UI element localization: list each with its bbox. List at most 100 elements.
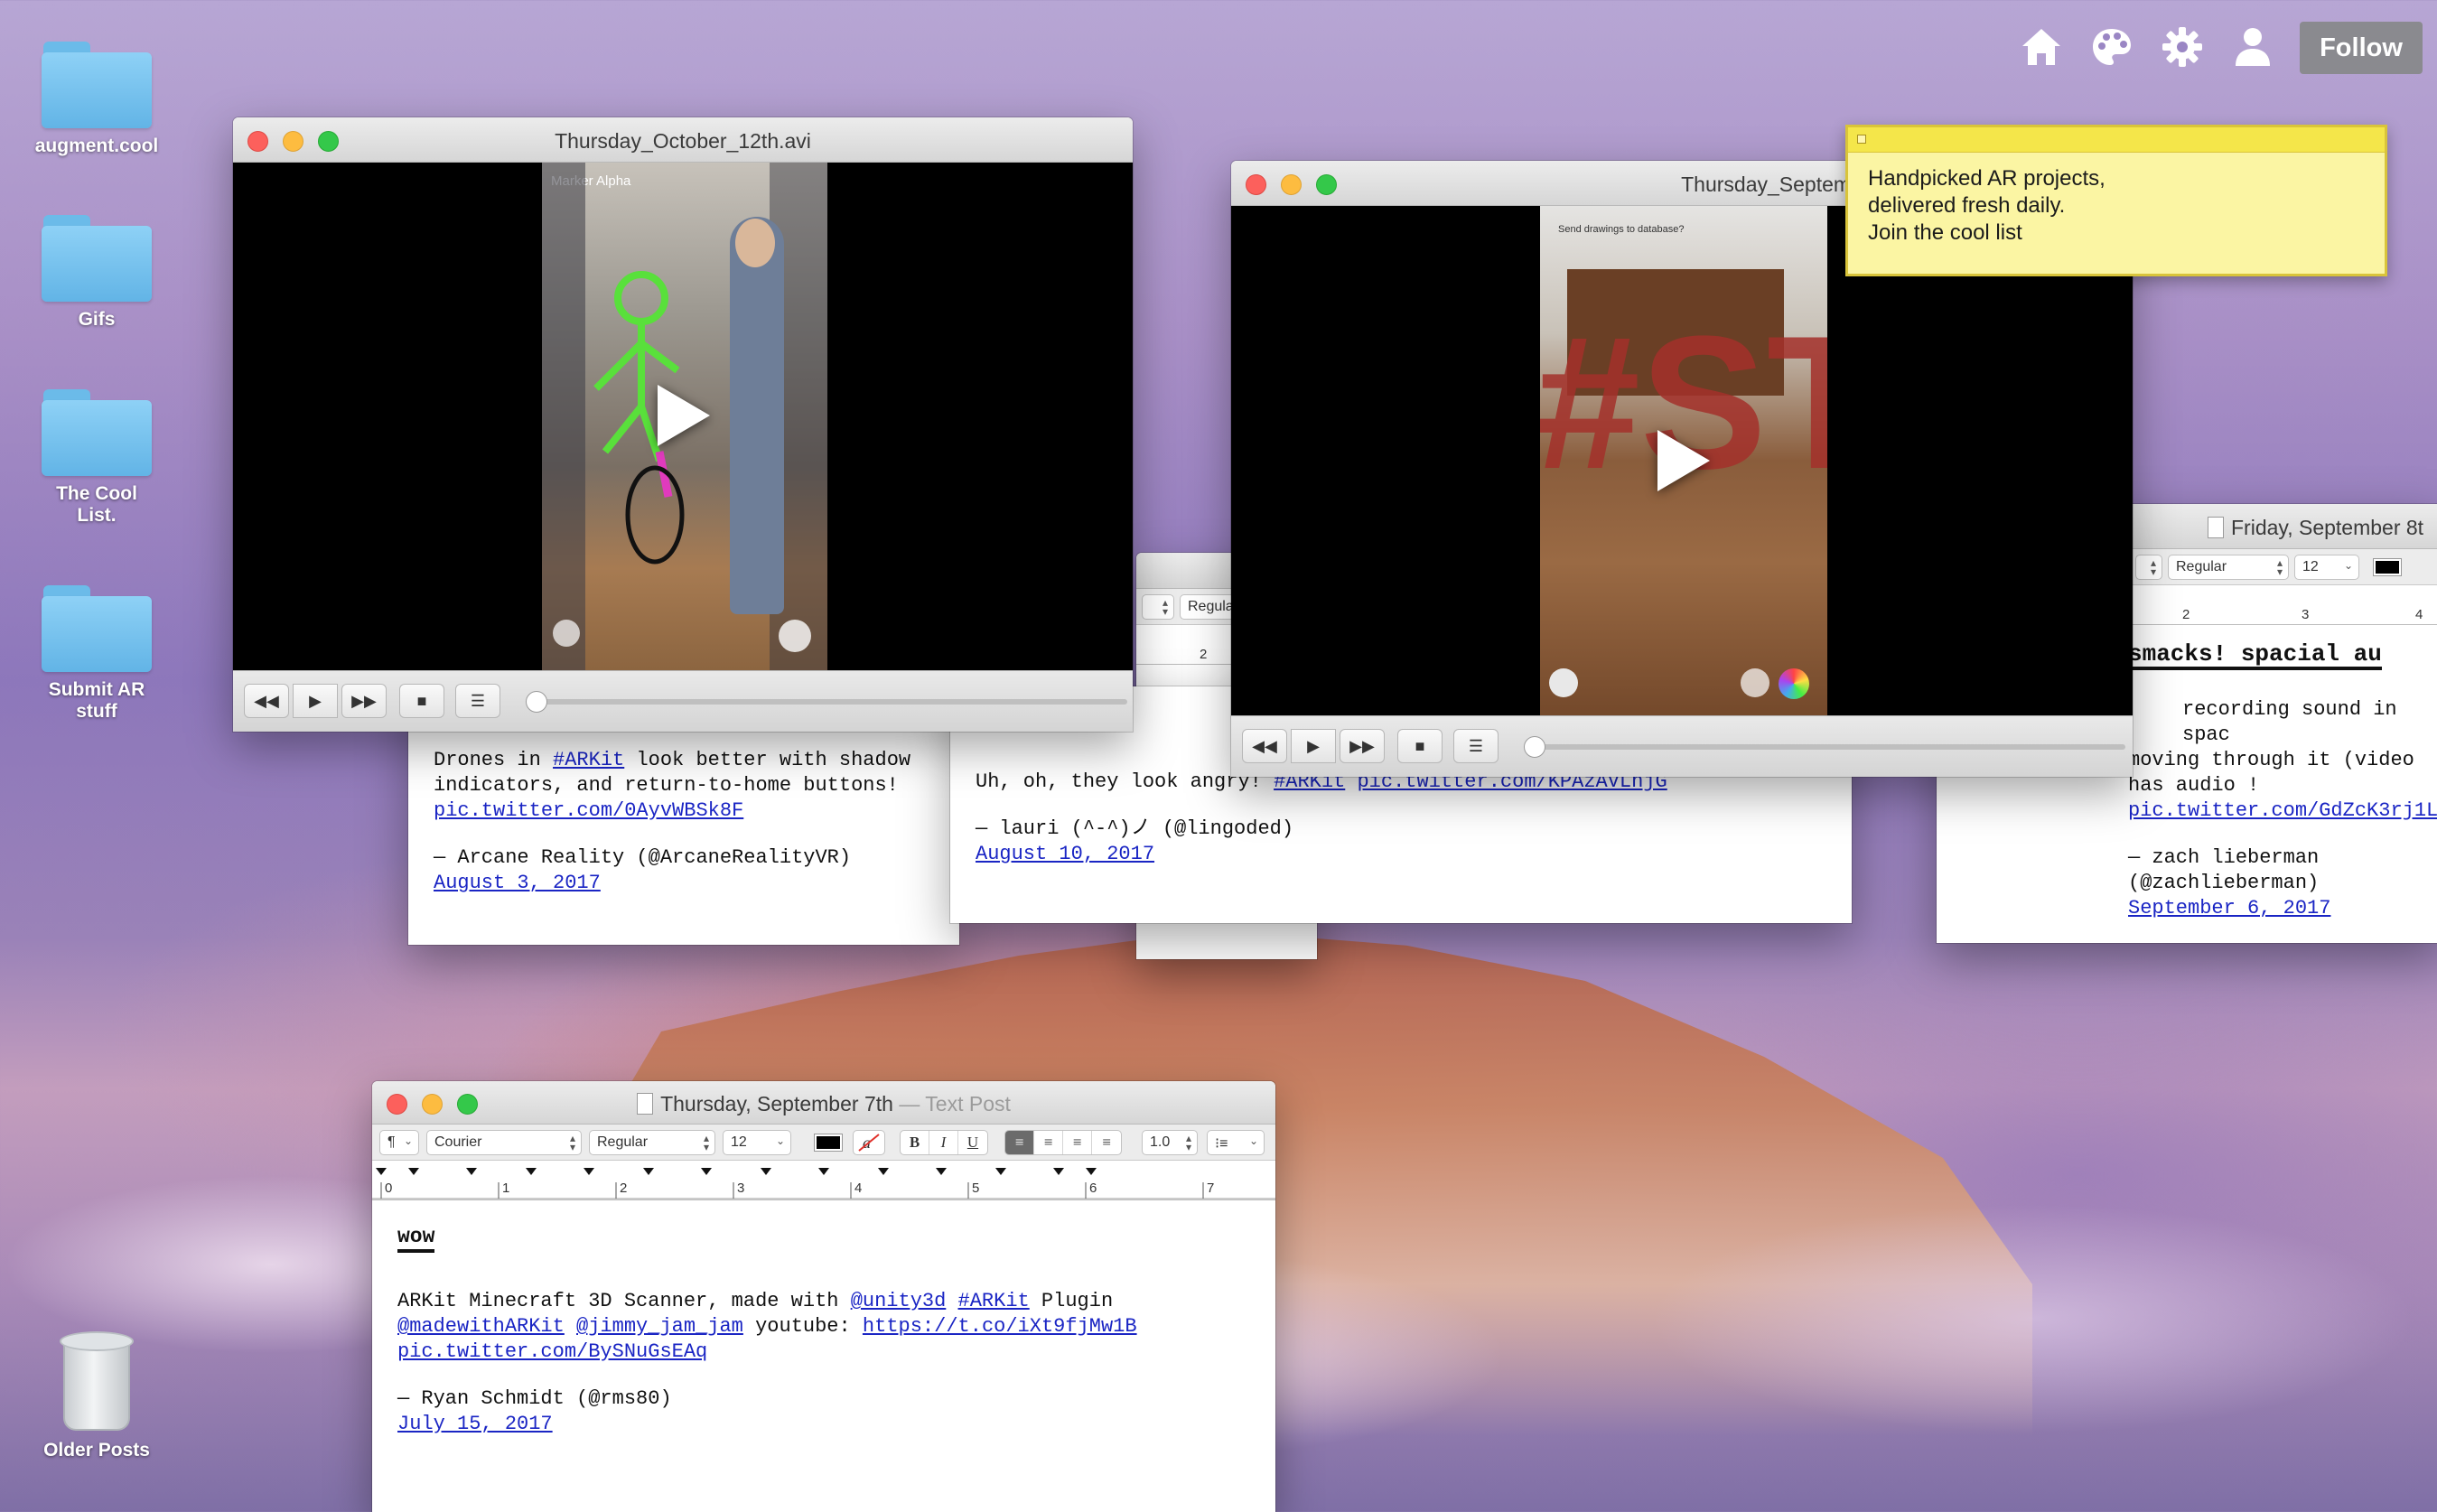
tweet-image-link[interactable]: pic.twitter.com/0AyvWBSk8F — [434, 799, 743, 822]
text-format-group: B I U — [900, 1130, 988, 1155]
minimize-button[interactable] — [1281, 174, 1302, 195]
ruler-label: 0 — [385, 1181, 393, 1196]
follow-button[interactable]: Follow — [2300, 22, 2423, 74]
mention-link[interactable]: @unity3d — [851, 1290, 947, 1312]
ruler-label: 3 — [2302, 607, 2310, 622]
text-post-window-september-7[interactable]: Thursday, September 7th — Text Post ¶ ⌄ C… — [372, 1081, 1275, 1512]
home-icon[interactable] — [2016, 22, 2067, 72]
underline-button[interactable]: U — [958, 1131, 987, 1154]
post-text: recording sound in spac — [2182, 698, 2397, 746]
menu-button[interactable]: ☰ — [1453, 729, 1499, 763]
align-center-button[interactable]: ≡ — [1034, 1131, 1063, 1154]
video-player-area[interactable]: Marker Alpha — [233, 163, 1133, 670]
reset-icon — [553, 620, 580, 647]
ruler[interactable]: 0 1 2 3 4 5 6 7 — [372, 1161, 1275, 1200]
gear-icon[interactable] — [2157, 22, 2208, 72]
highlight-color-swatch[interactable]: a — [853, 1130, 885, 1155]
ruler-label: 3 — [737, 1181, 745, 1196]
fast-forward-button[interactable]: ▶▶ — [1340, 729, 1385, 763]
tweet-image-link[interactable]: pic.twitter.com/GdZcK3rj1L — [2128, 799, 2437, 822]
ruler-label: 1 — [502, 1181, 510, 1196]
play-overlay-icon[interactable] — [658, 385, 710, 446]
line-spacing-select[interactable]: 1.0 ▴ ▾ — [1142, 1130, 1198, 1155]
desktop-folder-cool-list[interactable]: The Cool List. — [29, 389, 164, 527]
video-scrubber-knob[interactable] — [526, 691, 547, 713]
mention-link[interactable]: @madewithARKit — [397, 1315, 565, 1338]
desktop-folder-gifs[interactable]: Gifs — [29, 215, 164, 331]
video-controls: ◀◀ ▶ ▶▶ ■ ☰ — [1231, 715, 2133, 777]
ruler-label: 6 — [1089, 1181, 1097, 1196]
menu-button[interactable]: ☰ — [455, 684, 500, 718]
video-window-october-12[interactable]: Thursday_October_12th.avi Marker Alpha ◀… — [233, 117, 1133, 732]
align-justify-button[interactable]: ≡ — [1092, 1131, 1121, 1154]
youtube-link[interactable]: https://t.co/iXt9fjMw1B — [863, 1315, 1137, 1338]
desktop-folder-augment-cool[interactable]: augment.cool — [29, 42, 164, 157]
folder-icon — [42, 585, 152, 672]
window-subtitle: — Text Post — [899, 1092, 1011, 1115]
play-button[interactable]: ▶ — [293, 684, 338, 718]
rewind-button[interactable]: ◀◀ — [1242, 729, 1287, 763]
post-heading: smacks! spacial au — [2128, 641, 2382, 670]
desktop-folder-label: Submit AR stuff — [48, 679, 145, 722]
mention-link[interactable]: @jimmy_jam_jam — [576, 1315, 743, 1338]
ruler-label: 7 — [1207, 1181, 1215, 1196]
video-scrubber-knob[interactable] — [1524, 736, 1545, 758]
post-author: — Arcane Reality (@ArcaneRealityVR) — [434, 846, 852, 869]
color-dot-icon — [1549, 668, 1578, 697]
italic-button[interactable]: I — [929, 1131, 958, 1154]
font-style-select[interactable]: Regular ▴ ▾ — [589, 1130, 715, 1155]
style-select-partial[interactable]: ▴ ▾ — [1142, 594, 1174, 620]
post-text: indicators, and return-to-home buttons! — [434, 774, 899, 797]
ruler-label: 4 — [2415, 607, 2423, 622]
post-date-link[interactable]: July 15, 2017 — [397, 1413, 553, 1435]
reset-icon — [1741, 668, 1769, 697]
paragraph-style-select[interactable]: ¶ ⌄ — [379, 1130, 419, 1155]
font-select-partial[interactable]: ▴ ▾ — [2135, 555, 2162, 580]
bold-button[interactable]: B — [901, 1131, 929, 1154]
style-select[interactable]: Regular ▴ ▾ — [2168, 555, 2289, 580]
align-left-button[interactable]: ≡ — [1005, 1131, 1034, 1154]
video-controls: ◀◀ ▶ ▶▶ ■ ☰ — [233, 670, 1133, 732]
play-overlay-icon[interactable] — [1657, 430, 1710, 491]
font-family-select[interactable]: Courier ▴ ▾ — [426, 1130, 582, 1155]
sticky-note[interactable]: Handpicked AR projects, delivered fresh … — [1845, 125, 2387, 276]
stop-button[interactable]: ■ — [399, 684, 444, 718]
text-color-swatch[interactable] — [2373, 558, 2402, 576]
record-icon — [779, 620, 811, 652]
alignment-group: ≡ ≡ ≡ ≡ — [1004, 1130, 1122, 1155]
folder-icon — [42, 389, 152, 476]
post-date-link[interactable]: August 10, 2017 — [976, 843, 1154, 865]
play-button[interactable]: ▶ — [1291, 729, 1336, 763]
hashtag-link[interactable]: #ARKit — [553, 749, 624, 771]
fast-forward-button[interactable]: ▶▶ — [341, 684, 387, 718]
color-wheel-icon — [1779, 668, 1809, 699]
font-size-select[interactable]: 12 ⌄ — [723, 1130, 791, 1155]
window-title: Thursday_October_12th.avi — [555, 129, 811, 153]
sticky-close-box[interactable] — [1857, 135, 1866, 144]
post-date-link[interactable]: September 6, 2017 — [2128, 897, 2330, 919]
size-select[interactable]: 12 ⌄ — [2294, 555, 2359, 580]
post-date-link[interactable]: August 3, 2017 — [434, 872, 601, 894]
window-title: Thursday, September 7th — [660, 1092, 893, 1115]
tweet-image-link[interactable]: pic.twitter.com/BySNuGsEAq — [397, 1340, 707, 1363]
ruler-label: 2 — [620, 1181, 628, 1196]
post-heading: wow — [397, 1224, 435, 1253]
rewind-button[interactable]: ◀◀ — [244, 684, 289, 718]
desktop-folder-label: augment.cool — [34, 135, 159, 156]
sticky-line: delivered fresh daily. — [1868, 193, 2066, 218]
user-icon[interactable] — [2227, 22, 2278, 72]
list-style-select[interactable]: ⁝≡ ⌄ — [1207, 1130, 1265, 1155]
video-progress-track[interactable] — [526, 699, 1127, 705]
stop-button[interactable]: ■ — [1397, 729, 1443, 763]
video-progress-track[interactable] — [1524, 744, 2125, 750]
text-color-swatch[interactable] — [814, 1134, 843, 1152]
desktop-trash-older-posts[interactable]: Older Posts — [29, 1328, 164, 1461]
align-right-button[interactable]: ≡ — [1063, 1131, 1092, 1154]
hashtag-link[interactable]: #ARKit — [958, 1290, 1030, 1312]
palette-icon[interactable] — [2087, 22, 2137, 72]
video-player-area[interactable]: Send drawings to database? #STA — [1231, 206, 2133, 715]
close-button[interactable] — [1246, 174, 1266, 195]
desktop-folder-submit-ar[interactable]: Submit AR stuff — [29, 585, 164, 723]
zoom-button[interactable] — [1316, 174, 1337, 195]
ruler-label: 2 — [2182, 607, 2190, 622]
